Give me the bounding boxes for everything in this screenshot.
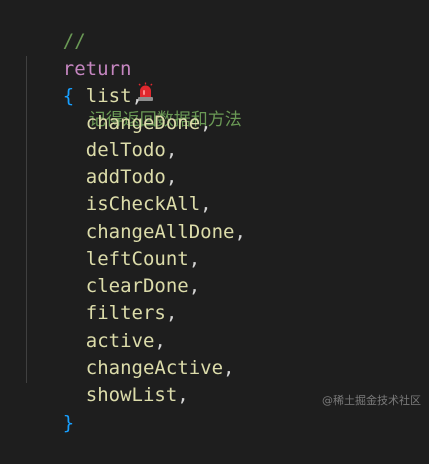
code-line-close: } — [17, 383, 74, 434]
code-line-item: filters, — [40, 273, 178, 324]
code-line-item: isCheckAll, — [40, 164, 212, 215]
comma: , — [165, 302, 178, 324]
code-line-item: leftCount, — [40, 219, 200, 270]
comma: , — [223, 357, 235, 379]
comma: , — [188, 275, 201, 297]
code-line-item: changeDone, — [40, 83, 212, 134]
comma: , — [234, 221, 246, 243]
comma: , — [177, 384, 189, 406]
close-brace: } — [62, 412, 75, 434]
code-line-item: showList, — [40, 355, 189, 406]
code-line-return: return { — [17, 29, 132, 107]
code-line-comment: // 记得返回数据和方法 — [17, 1, 242, 130]
code-line-item: active, — [40, 301, 166, 352]
code-line-item: changeActive, — [40, 328, 235, 379]
code-line-item: clearDone, — [40, 246, 200, 297]
code-line-item: addTodo, — [40, 137, 178, 188]
comma: , — [200, 112, 212, 134]
code-line-item: delTodo, — [40, 110, 178, 161]
return-item: showList — [85, 384, 178, 406]
code-line-item: changeAllDone, — [40, 192, 246, 243]
code-line-item: list, — [40, 56, 143, 107]
watermark: @稀土掘金技术社区 — [322, 394, 421, 407]
code-editor[interactable]: // 记得返回数据和方法 return { list, changeDone, … — [0, 0, 429, 434]
